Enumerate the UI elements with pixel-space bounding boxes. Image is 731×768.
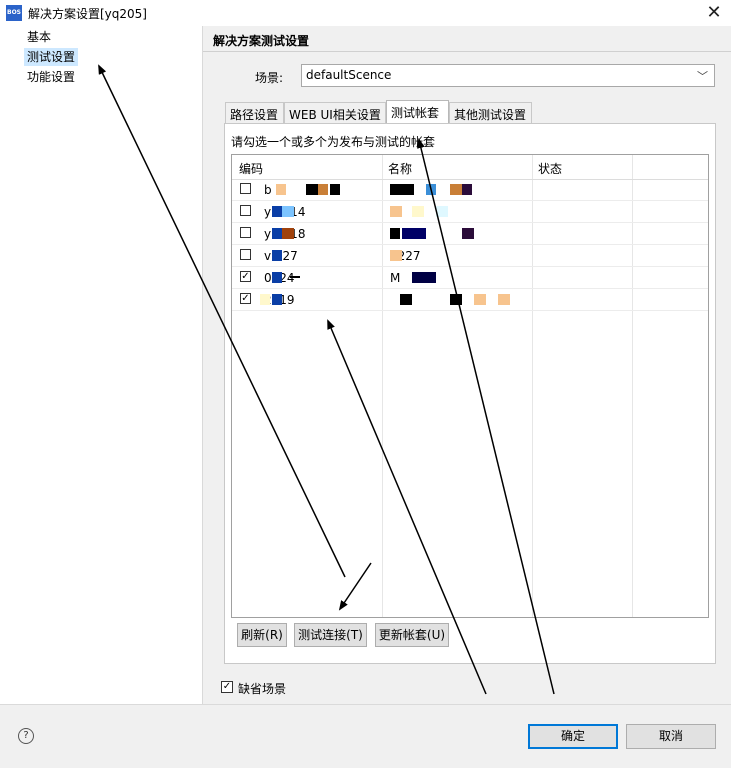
table-row[interactable]: y 0218 s xyxy=(232,223,708,245)
redacted-block xyxy=(272,272,282,283)
redacted-block xyxy=(474,294,486,305)
redacted-block xyxy=(450,294,462,305)
title-bar: BOS 解决方案设置[yq205] ✕ xyxy=(0,0,731,26)
redacted-block xyxy=(426,184,436,195)
column-header-status[interactable]: 状态 xyxy=(538,160,562,177)
redacted-block xyxy=(260,294,270,305)
test-connection-button[interactable]: 测试连接(T) xyxy=(294,623,367,647)
nav-item-function-settings[interactable]: 功能设置 xyxy=(24,68,78,86)
redacted-block xyxy=(400,294,412,305)
nav-item-basic[interactable]: 基本 xyxy=(24,28,54,46)
panel-title: 解决方案测试设置 xyxy=(213,34,310,48)
table-row[interactable]: ✓ 2019 xyxy=(232,289,708,311)
redacted-block xyxy=(272,206,282,217)
redacted-block xyxy=(390,250,402,261)
redacted-block xyxy=(390,184,414,195)
column-header-name[interactable]: 名称 xyxy=(388,160,412,177)
redacted-block xyxy=(276,184,286,195)
header-divider xyxy=(203,51,731,52)
row-checkbox[interactable] xyxy=(240,205,251,216)
row-checkbox[interactable] xyxy=(240,183,251,194)
redacted-block xyxy=(498,294,510,305)
redacted-block xyxy=(390,206,402,217)
redacted-block xyxy=(282,228,294,239)
help-icon[interactable]: ? xyxy=(18,728,34,744)
cancel-button[interactable]: 取消 xyxy=(626,724,716,749)
redacted-block xyxy=(462,184,472,195)
redacted-block xyxy=(412,206,424,217)
refresh-button[interactable]: 刷新(R) xyxy=(237,623,287,647)
close-button[interactable]: ✕ xyxy=(703,2,725,24)
hint-text: 请勾选一个或多个为发布与测试的帐套 xyxy=(231,135,436,149)
table-row[interactable]: ✓ 0324 M xyxy=(232,267,708,289)
table-row[interactable]: y 0114 xyxy=(232,201,708,223)
chevron-down-icon: ﹀ xyxy=(697,70,708,83)
test-accounts-tabpanel: 请勾选一个或多个为发布与测试的帐套 编码 名称 状态 b y y v 227 0… xyxy=(224,123,716,664)
row-checkbox[interactable]: ✓ xyxy=(240,271,251,282)
update-accounts-button[interactable]: 更新帐套(U) xyxy=(375,623,449,647)
app-icon: BOS xyxy=(6,5,22,21)
row-code: b xyxy=(264,183,272,197)
redacted-block xyxy=(306,184,318,195)
checkbox-checked-icon[interactable]: ✓ xyxy=(221,681,233,693)
window-title: 解决方案设置[yq205] xyxy=(28,7,147,21)
redacted-block xyxy=(272,250,282,261)
redacted-block xyxy=(272,228,282,239)
row-checkbox[interactable] xyxy=(240,249,251,260)
nav-item-test-settings[interactable]: 测试设置 xyxy=(24,48,79,66)
redacted-block xyxy=(330,184,340,195)
redacted-block xyxy=(450,184,462,195)
dialog-footer: ? 确定 取消 xyxy=(0,704,731,768)
redacted-block xyxy=(272,294,282,305)
redacted-block xyxy=(462,228,474,239)
redacted-block xyxy=(290,276,300,278)
redacted-block xyxy=(412,272,436,283)
table-row[interactable]: v 227 0227 xyxy=(232,245,708,267)
table-row[interactable]: b xyxy=(232,179,708,201)
redacted-block xyxy=(402,228,426,239)
scene-value: defaultScence xyxy=(306,68,392,82)
settings-nav: 基本 测试设置 功能设置 xyxy=(0,26,203,704)
redacted-block xyxy=(390,228,400,239)
redacted-block xyxy=(282,206,294,217)
tab-path-settings[interactable]: 路径设置 xyxy=(225,102,284,123)
settings-panel: 解决方案测试设置 场景: defaultScence ﹀ 路径设置 WEB UI… xyxy=(203,26,731,704)
grid-header: 编码 名称 状态 xyxy=(232,155,708,180)
column-header-code[interactable]: 编码 xyxy=(239,160,263,177)
accounts-grid: 编码 名称 状态 b y 0114 xyxy=(231,154,709,618)
redacted-block xyxy=(318,184,328,195)
row-checkbox[interactable] xyxy=(240,227,251,238)
redacted-block xyxy=(436,206,448,217)
scene-select[interactable]: defaultScence ﹀ xyxy=(301,64,715,87)
tab-other-test-settings[interactable]: 其他测试设置 xyxy=(449,102,532,123)
row-checkbox[interactable]: ✓ xyxy=(240,293,251,304)
ok-button[interactable]: 确定 xyxy=(528,724,618,749)
row-name: M xyxy=(390,271,401,285)
default-scene-label: 缺省场景 xyxy=(238,682,287,696)
tab-test-accounts[interactable]: 测试帐套 xyxy=(386,100,449,124)
scene-label: 场景: xyxy=(255,71,284,85)
tab-web-ui-settings[interactable]: WEB UI相关设置 xyxy=(284,102,386,123)
